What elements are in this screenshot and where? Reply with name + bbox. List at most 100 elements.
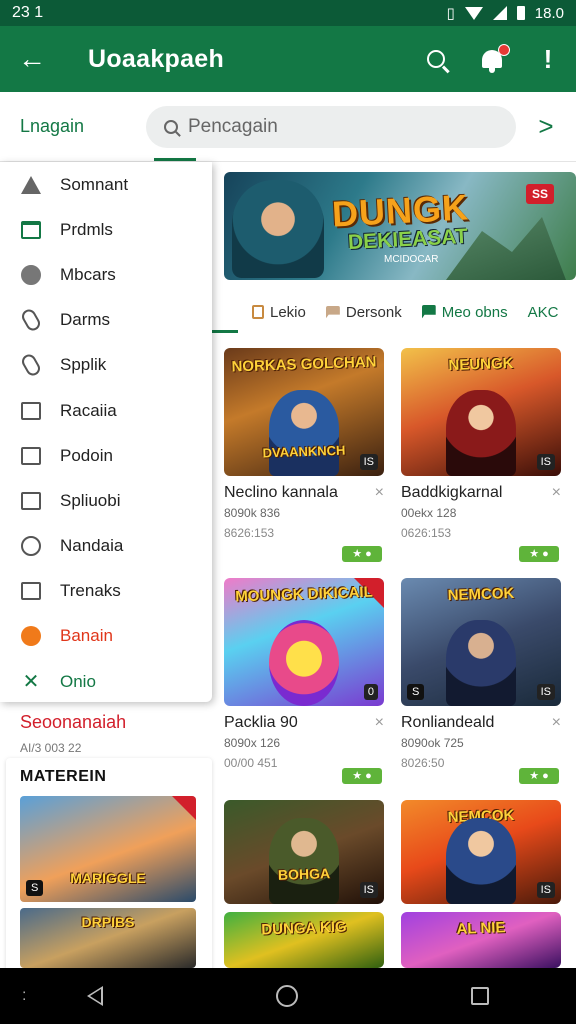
cross-arrows-icon: ✕ bbox=[22, 671, 40, 694]
chevron-right-icon[interactable]: > bbox=[516, 111, 576, 142]
left-section: Seoonanaiah AI/3 003 22 bbox=[20, 712, 126, 755]
panel-title: MATEREIN bbox=[20, 768, 107, 785]
rating-chip: ★ ● bbox=[342, 768, 382, 784]
close-icon[interactable]: × bbox=[375, 484, 384, 502]
drawer-item-darms[interactable]: Darms bbox=[0, 298, 212, 343]
section-meta: AI/3 003 22 bbox=[20, 741, 82, 755]
game-thumbnail: NEUNGK IS bbox=[401, 348, 561, 476]
game-meta: 8090x 126 bbox=[224, 736, 281, 750]
nav-home-icon[interactable] bbox=[275, 985, 298, 1007]
game-meta: 8090k 836 bbox=[224, 506, 281, 520]
category-tabs: Lekio Dersonk Meo obns AKC bbox=[212, 292, 576, 332]
character-art bbox=[269, 620, 339, 706]
system-nav-bar: : bbox=[0, 968, 576, 1024]
search-placeholder: Pencagain bbox=[188, 115, 278, 137]
alert-button[interactable]: ! bbox=[520, 44, 576, 75]
drawer-item-label: Podoin bbox=[60, 445, 113, 465]
window-icon bbox=[20, 219, 42, 241]
person-icon bbox=[20, 174, 42, 196]
featured-panel: MATEREIN MARIGGLE S DRPIBS bbox=[6, 758, 212, 972]
orange-dot-icon bbox=[20, 625, 42, 647]
drawer-item-trenaks[interactable]: Trenaks bbox=[0, 569, 212, 614]
character-art bbox=[269, 390, 339, 476]
drawer-item-label: Spplik bbox=[60, 355, 107, 375]
game-card[interactable]: NEUNGK IS Baddkigkarnal × 00ekx 128 0626… bbox=[401, 348, 561, 562]
chat-icon bbox=[325, 305, 340, 319]
bag-icon bbox=[252, 305, 264, 319]
game-card[interactable]: NORKAS GOLCHAN DVAANKNCH IS Neclino kann… bbox=[224, 348, 384, 562]
back-arrow-icon[interactable]: ← bbox=[0, 43, 64, 75]
drawer-item-label: Somnant bbox=[60, 174, 129, 194]
game-thumbnail: NEMCOK S IS bbox=[401, 578, 561, 706]
drawer-item-label: Prdmls bbox=[60, 219, 113, 239]
game-meta-secondary: 0626:153 bbox=[401, 526, 452, 540]
drawer-item-podoin[interactable]: Podoin bbox=[0, 433, 212, 478]
tab-lekio[interactable]: Lekio bbox=[252, 304, 306, 321]
age-rating: 0 bbox=[363, 684, 378, 700]
game-card[interactable]: BOHGA IS bbox=[224, 800, 384, 904]
drawer-item-onio[interactable]: ✕ Onio bbox=[0, 659, 212, 704]
panel-thumbnail[interactable]: DRPIBS bbox=[20, 908, 196, 968]
game-card[interactable]: AL NIE bbox=[401, 912, 561, 968]
nav-recents-icon[interactable] bbox=[471, 987, 490, 1005]
drawer-item-racaiia[interactable]: Racaiia bbox=[0, 388, 212, 433]
search-underline bbox=[154, 158, 196, 161]
tab-label: AKC bbox=[527, 303, 559, 321]
close-icon[interactable]: × bbox=[552, 484, 561, 502]
notifications-button[interactable] bbox=[464, 44, 520, 73]
wifi-icon bbox=[464, 6, 483, 20]
game-thumbnail: MOUNGK DIKICAIL 0 bbox=[224, 578, 384, 706]
character-art bbox=[446, 620, 516, 706]
game-card[interactable]: DUNGA KIG bbox=[224, 912, 384, 968]
drawer-item-somnant[interactable]: Somnant bbox=[0, 162, 212, 207]
drawer-item-label: Darms bbox=[60, 310, 111, 330]
game-thumbnail: NEMCOK IS bbox=[401, 800, 561, 904]
game-card[interactable]: NEMCOK IS bbox=[401, 800, 561, 904]
game-card[interactable]: MOUNGK DIKICAIL 0 Packlia 90 × 8090x 126… bbox=[224, 578, 384, 784]
drawer-item-spplik[interactable]: Spplik bbox=[0, 343, 212, 388]
character-art bbox=[446, 390, 516, 476]
drawer-item-spliuobi[interactable]: Spliuobi bbox=[0, 478, 212, 523]
drawer-item-mbcars[interactable]: Mbcars bbox=[0, 252, 212, 297]
search-row: Lnagain Pencagain > bbox=[0, 92, 576, 162]
tab-akc[interactable]: AKC bbox=[528, 304, 559, 321]
drawer-item-banain[interactable]: Banain bbox=[0, 614, 212, 659]
grid-icon bbox=[20, 490, 42, 512]
game-name-row: Neclino kannala × bbox=[224, 484, 384, 502]
rating-chip: ★ ● bbox=[342, 546, 382, 562]
game-card[interactable]: NEMCOK S IS Ronliandeald × 8090ok 725 80… bbox=[401, 578, 561, 784]
status-time: 23 1 bbox=[12, 4, 44, 21]
game-thumbnail: DUNGA KIG bbox=[224, 912, 384, 968]
panel-thumbnail[interactable]: MARIGGLE S bbox=[20, 796, 196, 902]
keyboard-dot-icon: : bbox=[22, 987, 27, 1004]
game-name-row: Ronliandeald × bbox=[401, 714, 561, 732]
nav-back-icon[interactable] bbox=[86, 986, 103, 1006]
drawer-item-label: Spliuobi bbox=[60, 490, 121, 510]
tab-meo-obns[interactable]: Meo obns bbox=[421, 304, 508, 321]
drawer-item-label: Nandaia bbox=[60, 536, 124, 556]
game-name-row: Packlia 90 × bbox=[224, 714, 384, 732]
search-button[interactable] bbox=[408, 50, 464, 68]
game-name: Ronliandeald bbox=[401, 714, 495, 731]
game-thumbnail: AL NIE bbox=[401, 912, 561, 968]
drawer-item-prdmls[interactable]: Prdmls bbox=[0, 207, 212, 252]
magnifier-icon bbox=[20, 535, 42, 557]
thumb-title: DRPIBS bbox=[81, 914, 135, 930]
battery-icon bbox=[516, 6, 525, 20]
chain-link-icon bbox=[19, 352, 43, 379]
tab-label: Lekio bbox=[270, 303, 306, 321]
drawer-item-label: Trenaks bbox=[60, 581, 121, 601]
notification-badge bbox=[498, 44, 510, 56]
thumb-title: DUNGA KIG bbox=[261, 918, 347, 939]
section-title[interactable]: Seoonanaiah bbox=[20, 712, 126, 733]
close-icon[interactable]: × bbox=[375, 714, 384, 732]
drawer-item-nandaia[interactable]: Nandaia bbox=[0, 524, 212, 569]
close-icon[interactable]: × bbox=[552, 714, 561, 732]
rating-chip: ★ ● bbox=[519, 546, 559, 562]
language-selector[interactable]: Lnagain bbox=[0, 116, 146, 137]
thumb-title: MARIGGLE bbox=[70, 870, 146, 886]
tab-dersonk[interactable]: Dersonk bbox=[325, 304, 402, 321]
search-input[interactable]: Pencagain bbox=[146, 105, 516, 148]
featured-banner[interactable]: DUNGK DEKIEASAT MCIDOCAR SS bbox=[224, 172, 576, 280]
hero-character bbox=[232, 180, 324, 278]
